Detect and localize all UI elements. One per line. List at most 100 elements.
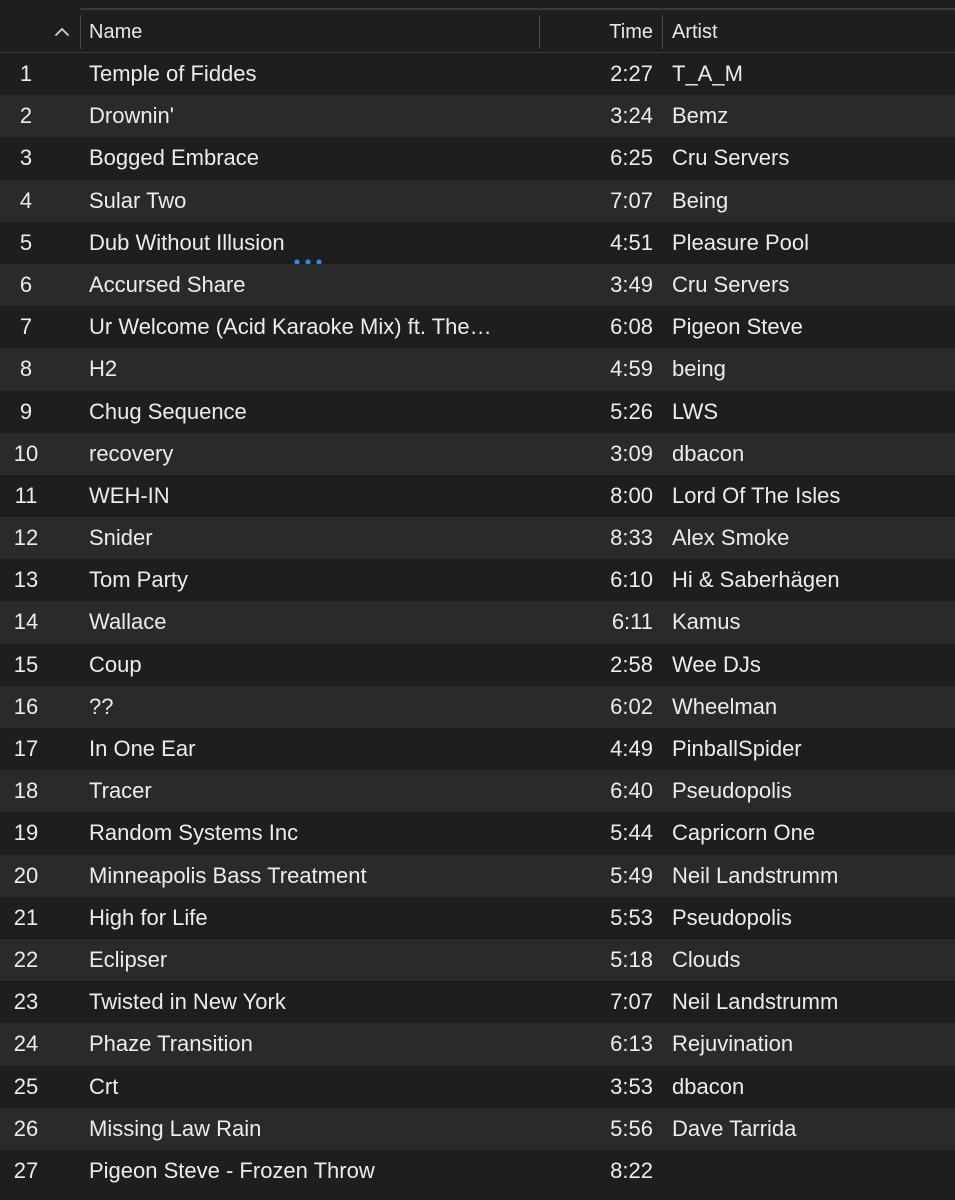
track-row[interactable]: 1 Temple of Fiddes 2:27 T_A_M — [0, 53, 955, 96]
track-number: 20 — [13, 862, 39, 888]
track-artist: PinballSpider — [672, 736, 802, 761]
track-name: Phaze Transition — [89, 1023, 534, 1065]
track-number: 24 — [13, 1031, 39, 1057]
track-artist: Clouds — [672, 946, 741, 972]
track-row[interactable]: 21 High for Life 5:53 Pseudopolis — [0, 896, 955, 939]
track-name-text: Tracer — [89, 778, 152, 804]
track-name: Snider — [89, 517, 534, 559]
track-number: 7 — [19, 314, 33, 340]
track-row[interactable]: 15 Coup 2:58 Wee DJs — [0, 643, 955, 686]
track-row[interactable]: 27 Pigeon Steve - Frozen Throw 8:22 — [0, 1149, 955, 1193]
track-name: Crt — [89, 1066, 534, 1108]
track-row[interactable]: 6 Accursed Share 3:49 Cru Servers — [0, 263, 955, 307]
track-time: 6:13 — [610, 1031, 653, 1057]
track-row[interactable]: 23 Twisted in New York 7:07 Neil Landstr… — [0, 981, 955, 1024]
track-row[interactable]: 18 Tracer 6:40 Pseudopolis — [0, 770, 955, 813]
track-artist: Pleasure Pool — [672, 229, 809, 255]
track-number: 18 — [13, 778, 39, 804]
track-name-text: Tom Party — [89, 567, 189, 593]
track-row[interactable]: 8 H2 4:59 being — [0, 348, 955, 391]
track-artist: Hi & Saberhägen — [672, 567, 840, 593]
track-artist: being — [672, 356, 726, 382]
column-header-name[interactable]: Name — [89, 11, 142, 53]
track-row[interactable]: 19 Random Systems Inc 5:44 Capricorn One — [0, 812, 955, 855]
track-row[interactable]: 22 Eclipser 5:18 Clouds — [0, 938, 955, 982]
track-number: 19 — [13, 820, 39, 846]
track-row[interactable]: 20 Minneapolis Bass Treatment 5:49 Neil … — [0, 854, 955, 897]
track-name: Bogged Embrace — [89, 137, 534, 179]
track-time: 8:33 — [610, 525, 653, 551]
track-row[interactable]: 24 Phaze Transition 6:13 Rejuvination — [0, 1023, 955, 1066]
track-time: 5:49 — [610, 862, 653, 888]
track-artist: Pseudopolis — [672, 778, 792, 804]
column-separator[interactable] — [80, 15, 81, 49]
track-row[interactable]: 17 In One Ear 4:49 PinballSpider — [0, 728, 955, 771]
track-row[interactable]: 26 Missing Law Rain 5:56 Dave Tarrida — [0, 1107, 955, 1150]
track-artist: dbacon — [672, 1073, 745, 1099]
track-name-text: WEH-IN — [89, 482, 170, 508]
track-row[interactable]: 3 Bogged Embrace 6:25 Cru Servers — [0, 137, 955, 180]
track-artist: Dave Tarrida — [672, 1115, 797, 1141]
track-name: High for Life — [89, 897, 534, 939]
track-time: 8:00 — [610, 482, 653, 508]
track-number: 4 — [19, 187, 33, 213]
track-number: 9 — [19, 398, 33, 424]
track-row[interactable]: 7 Ur Welcome (Acid Karaoke Mix) ft. The…… — [0, 306, 955, 349]
track-name: Tracer — [89, 770, 534, 812]
track-artist: T_A_M — [672, 61, 743, 86]
ellipsis-icon[interactable] — [293, 238, 323, 264]
track-time: 6:40 — [610, 778, 653, 804]
track-time: 3:09 — [610, 440, 653, 466]
column-header: Name Time Artist — [0, 11, 955, 53]
track-time: 2:58 — [610, 651, 653, 677]
track-name: recovery — [89, 433, 534, 475]
track-name: Missing Law Rain — [89, 1108, 534, 1150]
track-row[interactable]: 9 Chug Sequence 5:26 LWS — [0, 390, 955, 433]
track-time: 5:56 — [610, 1115, 653, 1141]
track-rows: 1 Temple of Fiddes 2:27 T_A_M 2 Drownin'… — [0, 53, 955, 1193]
track-artist: Alex Smoke — [672, 525, 790, 551]
track-time: 6:08 — [610, 314, 653, 340]
track-row[interactable]: 13 Tom Party 6:10 Hi & Saberhägen — [0, 559, 955, 602]
track-row[interactable]: 12 Snider 8:33 Alex Smoke — [0, 517, 955, 560]
track-name-text: Twisted in New York — [89, 989, 286, 1015]
track-name: Random Systems Inc — [89, 812, 534, 854]
track-artist: Wee DJs — [672, 651, 761, 677]
column-header-artist[interactable]: Artist — [672, 11, 718, 53]
track-time: 6:11 — [611, 609, 653, 635]
column-header-time[interactable]: Time — [540, 11, 653, 53]
track-time: 6:10 — [610, 567, 653, 593]
track-artist: Bemz — [672, 103, 729, 129]
track-row[interactable]: 2 Drownin' 3:24 Bemz — [0, 95, 955, 138]
track-time: 4:59 — [610, 356, 653, 382]
track-row[interactable]: 25 Crt 3:53 dbacon — [0, 1065, 955, 1108]
track-artist: Pseudopolis — [672, 904, 792, 930]
track-number: 22 — [13, 946, 39, 972]
track-time: 8:22 — [610, 1157, 653, 1183]
track-name-text: Phaze Transition — [89, 1031, 253, 1057]
track-time: 7:07 — [610, 989, 653, 1015]
track-row[interactable]: 4 Sular Two 7:07 Being — [0, 179, 955, 222]
chevron-up-icon[interactable] — [53, 23, 71, 41]
track-name-text: High for Life — [89, 904, 208, 930]
track-row[interactable]: 5 Dub Without Illusion 4:51 Pleasure Poo… — [0, 221, 955, 264]
track-name-text: Temple of Fiddes — [89, 61, 257, 86]
track-artist: dbacon — [672, 440, 745, 466]
track-row[interactable]: 11 WEH-IN 8:00 Lord Of The Isles — [0, 474, 955, 518]
track-row[interactable]: 10 recovery 3:09 dbacon — [0, 432, 955, 475]
track-name: Drownin' — [89, 95, 534, 137]
track-name: ?? — [89, 686, 534, 728]
track-name-text: Pigeon Steve - Frozen Throw — [89, 1157, 375, 1183]
track-name: Sular Two — [89, 180, 534, 222]
track-number: 1 — [19, 61, 33, 86]
track-artist: Cru Servers — [672, 271, 790, 297]
track-name-text: In One Ear — [89, 736, 196, 761]
track-name: Chug Sequence — [89, 391, 534, 433]
track-row[interactable]: 16 ?? 6:02 Wheelman — [0, 685, 955, 728]
track-row[interactable]: 14 Wallace 6:11 Kamus — [0, 601, 955, 644]
track-artist: Pigeon Steve — [672, 314, 803, 340]
track-number: 10 — [13, 440, 39, 466]
top-strip — [0, 0, 955, 11]
track-name-text: ?? — [89, 693, 114, 719]
column-separator[interactable] — [662, 15, 663, 49]
